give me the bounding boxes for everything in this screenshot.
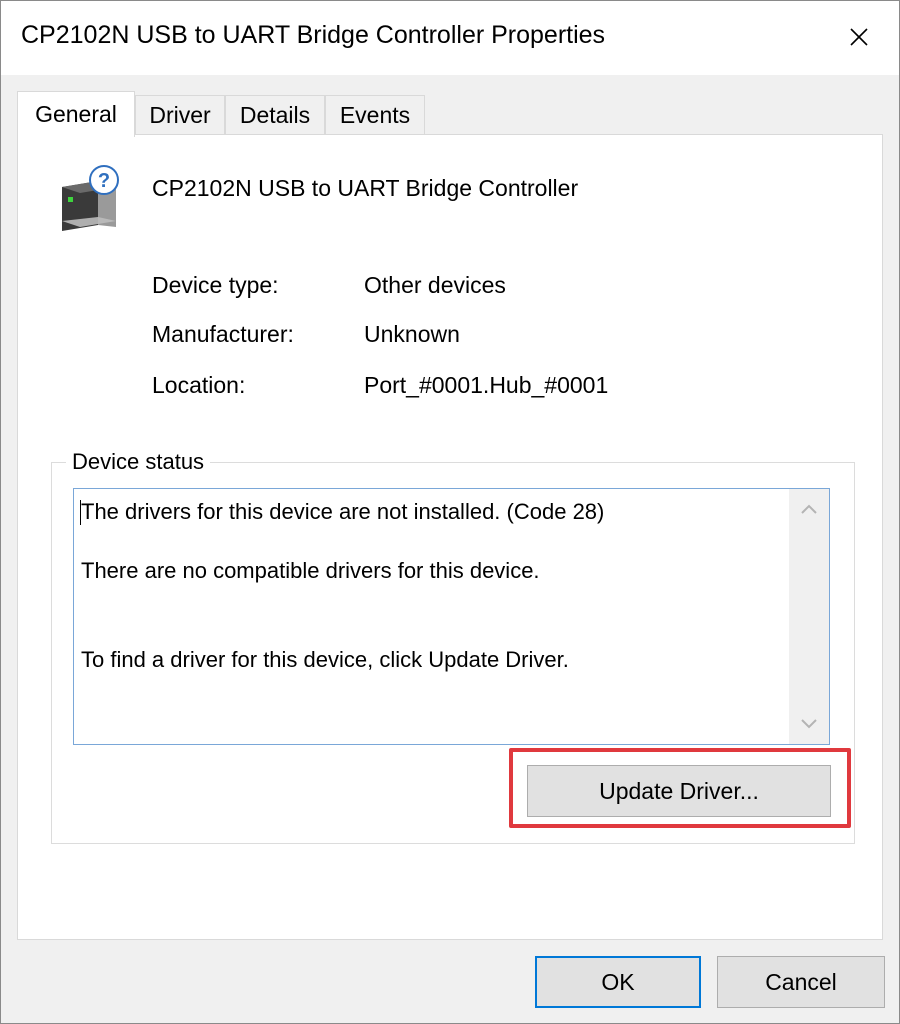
tab-events[interactable]: Events bbox=[325, 95, 425, 135]
location-label: Location: bbox=[152, 372, 246, 398]
device-status-legend: Device status bbox=[66, 449, 211, 475]
status-line-compatible: There are no compatible drivers for this… bbox=[81, 558, 540, 583]
status-line-instruction: To find a driver for this device, click … bbox=[81, 647, 569, 672]
close-button[interactable] bbox=[837, 15, 881, 59]
device-status-textbox[interactable]: The drivers for this device are not inst… bbox=[73, 488, 830, 745]
svg-text:?: ? bbox=[98, 170, 110, 192]
title-bar[interactable]: CP2102N USB to UART Bridge Controller Pr… bbox=[1, 1, 899, 75]
unknown-device-icon: ? bbox=[62, 165, 119, 231]
location-value: Port_#0001.Hub_#0001 bbox=[364, 372, 609, 398]
ok-button[interactable]: OK bbox=[535, 956, 701, 1008]
cancel-button[interactable]: Cancel bbox=[717, 956, 885, 1008]
update-driver-button[interactable]: Update Driver... bbox=[527, 765, 831, 817]
manufacturer-value: Unknown bbox=[364, 321, 460, 347]
tab-driver[interactable]: Driver bbox=[135, 95, 225, 135]
properties-dialog: CP2102N USB to UART Bridge Controller Pr… bbox=[0, 0, 900, 1024]
device-name: CP2102N USB to UART Bridge Controller bbox=[152, 175, 579, 201]
status-scrollbar[interactable] bbox=[789, 489, 829, 744]
device-type-label: Device type: bbox=[152, 272, 279, 298]
window-title: CP2102N USB to UART Bridge Controller Pr… bbox=[21, 21, 606, 49]
general-tab-panel: ? CP2102N USB to UART Bridge Controller … bbox=[17, 134, 883, 940]
device-status-group: Device status The drivers for this devic… bbox=[51, 449, 855, 844]
device-type-value: Other devices bbox=[364, 272, 506, 298]
scroll-up-button[interactable] bbox=[789, 489, 829, 529]
close-icon bbox=[850, 28, 868, 46]
chevron-down-icon bbox=[801, 719, 817, 729]
chevron-up-icon bbox=[801, 504, 817, 514]
scroll-down-button[interactable] bbox=[789, 704, 829, 744]
tab-general[interactable]: General bbox=[17, 91, 135, 137]
manufacturer-label: Manufacturer: bbox=[152, 321, 294, 347]
status-line-code: The drivers for this device are not inst… bbox=[81, 499, 605, 524]
tab-details[interactable]: Details bbox=[225, 95, 325, 135]
